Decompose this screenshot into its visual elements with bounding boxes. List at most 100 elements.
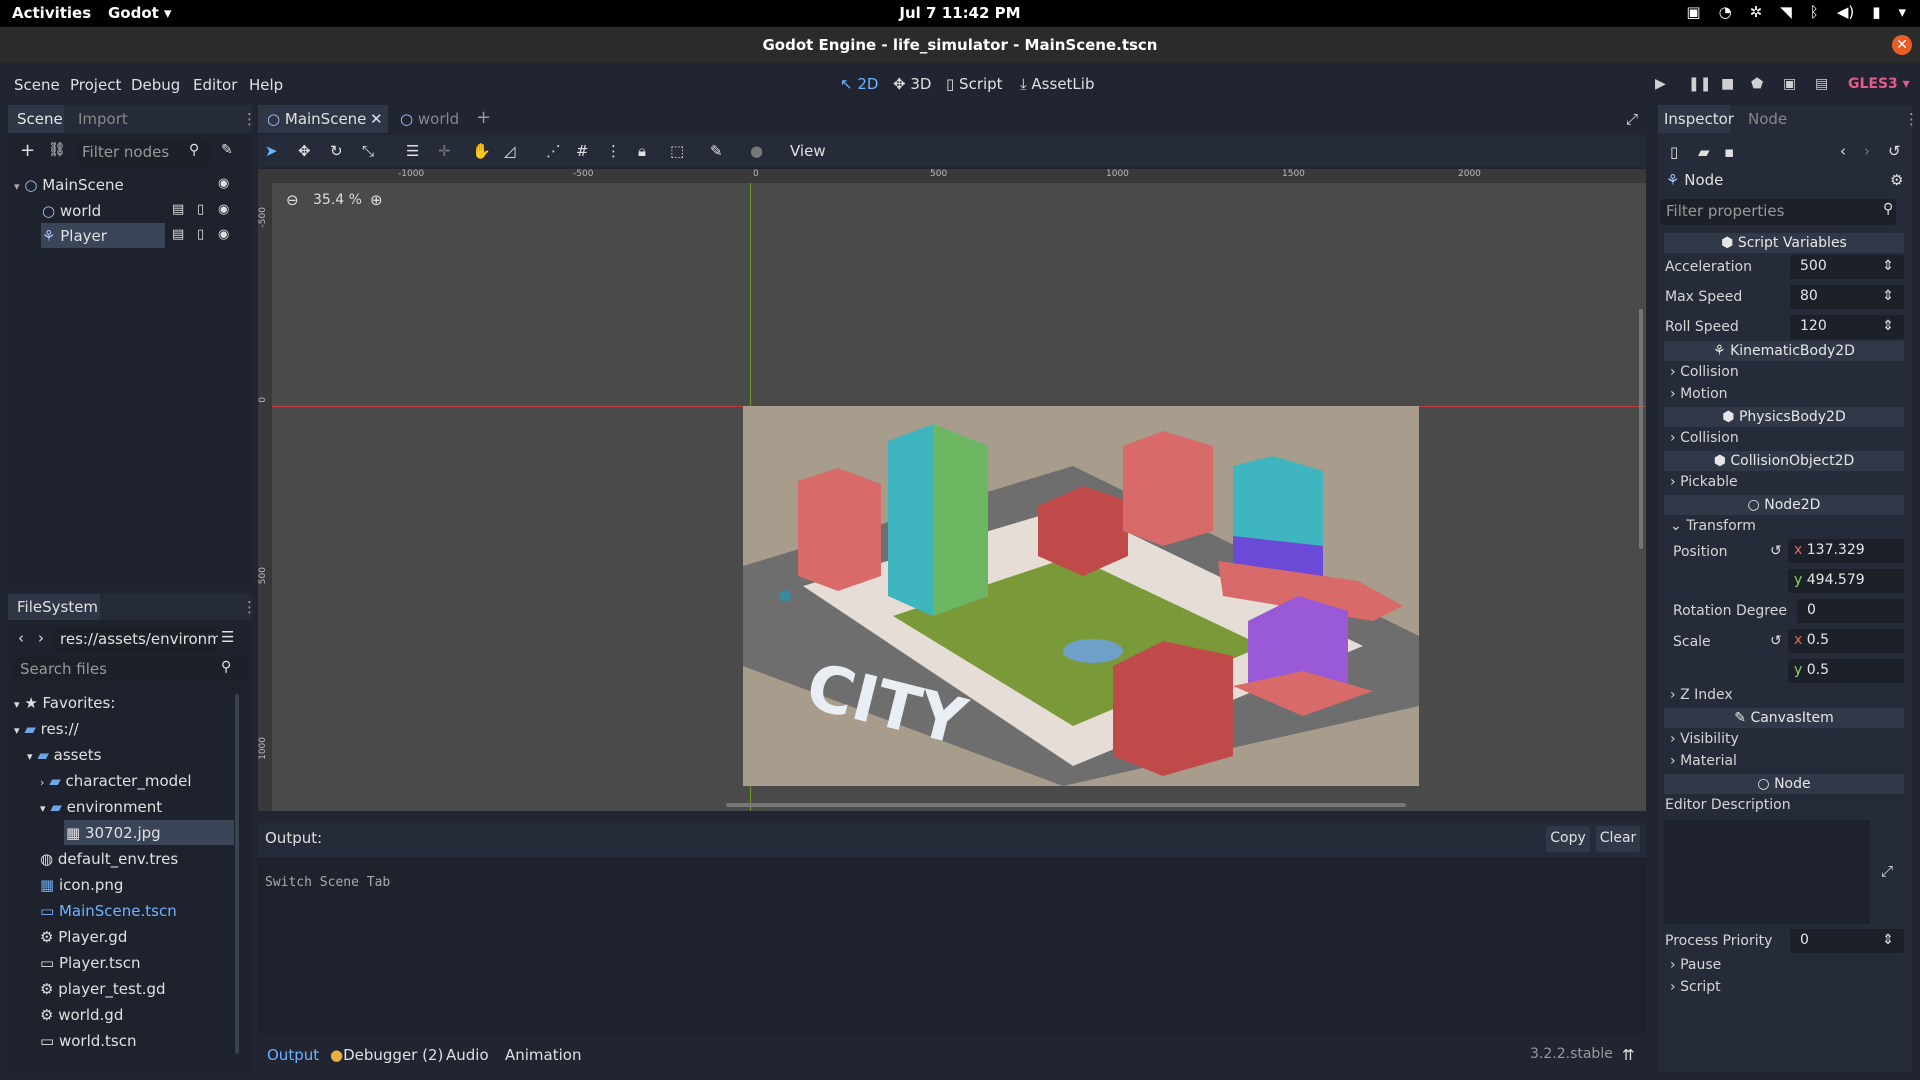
zoom-out-icon[interactable]: ⊖ [286, 191, 299, 209]
history-forward-icon[interactable]: › [1864, 142, 1870, 160]
close-tab-icon[interactable]: ✕ [370, 110, 383, 128]
node-header[interactable]: ○ Node [1664, 774, 1904, 794]
tab-node[interactable]: Node [1748, 110, 1787, 128]
bluetooth-icon[interactable]: ᛒ [1810, 3, 1819, 21]
section-collision[interactable]: › Collision [1670, 364, 1739, 380]
kinematicbody2d-header[interactable]: ⚘ KinematicBody2D [1664, 341, 1904, 361]
network-indicator-icon[interactable]: ◔ [1719, 3, 1732, 21]
snap-options-icon[interactable]: ⋮ [606, 142, 621, 160]
clear-button[interactable]: Clear [1596, 826, 1640, 852]
tab-world[interactable]: ○ world [400, 110, 459, 128]
back-icon[interactable]: ‹ [18, 629, 24, 647]
instance-icon[interactable]: ▤ [172, 202, 184, 217]
workspace-3d-button[interactable]: ✥ 3D [893, 75, 931, 93]
renderer-select[interactable]: GLES3 ▾ [1848, 76, 1910, 92]
node2d-header[interactable]: ○ Node2D [1664, 495, 1904, 515]
view-menu[interactable]: View [790, 142, 826, 160]
tab-import[interactable]: Import [78, 110, 128, 128]
fs-item-environment[interactable]: ▾ ▰ environment [40, 798, 162, 816]
position-y-field[interactable]: y 494.579 [1788, 569, 1904, 593]
history-icon[interactable]: ↺ [1888, 142, 1901, 160]
city-background-image[interactable]: CITY [743, 406, 1419, 786]
pan-tool-icon[interactable]: ✋ [472, 142, 491, 160]
chevron-down-icon[interactable]: ▾ [1898, 3, 1906, 21]
visibility-eye-icon[interactable]: ◉ [218, 176, 229, 191]
menu-scene[interactable]: Scene [14, 76, 60, 94]
play-icon[interactable]: ▶ [1655, 76, 1666, 92]
zoom-in-icon[interactable]: ⊕ [370, 191, 383, 209]
dock-menu-icon[interactable]: ⋮ [242, 110, 257, 128]
fs-item-assets[interactable]: ▾ ▰ assets [27, 746, 101, 764]
select-tool-icon[interactable]: ➤ [265, 142, 278, 160]
workspace-2d-button[interactable]: ↖ 2D [840, 75, 878, 93]
stop-icon[interactable]: ■ [1721, 76, 1734, 92]
selected-node[interactable]: ⚘ Node [1666, 171, 1723, 189]
path-field[interactable]: res://assets/environm [54, 627, 218, 653]
open-folder-icon[interactable]: ▰ [1698, 143, 1710, 161]
workspace-script-button[interactable]: ▯ Script [946, 75, 1003, 93]
scale-tool-icon[interactable]: ⤡ [362, 142, 374, 160]
fs-item-character-model[interactable]: › ▰ character_model [40, 772, 192, 790]
copy-button[interactable]: Copy [1546, 826, 1590, 852]
section-z-index[interactable]: › Z Index [1670, 687, 1733, 703]
tab-mainscene[interactable]: ○ MainScene [267, 110, 366, 128]
section-pickable[interactable]: › Pickable [1670, 474, 1738, 490]
tree-item-mainscene[interactable]: ▾ ○ MainScene [14, 176, 124, 194]
expand-icon[interactable]: ⤢ [1881, 862, 1893, 880]
tab-filesystem[interactable]: FileSystem [17, 598, 98, 616]
acceleration-spinbox[interactable]: 500 ⇕ [1790, 255, 1904, 279]
horizontal-scrollbar[interactable] [726, 803, 1406, 807]
process-priority-spinbox[interactable]: 0 ⇕ [1790, 929, 1904, 953]
smart-snap-icon[interactable]: ⋰ [546, 142, 561, 160]
position-x-field[interactable]: x 137.329 [1788, 539, 1904, 563]
menu-editor[interactable]: Editor [193, 76, 237, 94]
move-tool-icon[interactable]: ✥ [298, 142, 311, 160]
forward-icon[interactable]: › [38, 629, 44, 647]
collisionobject2d-header[interactable]: ⬢ CollisionObject2D [1664, 451, 1904, 471]
fs-item-player-test-gd[interactable]: ⚙ player_test.gd [40, 980, 166, 998]
scale-y-field[interactable]: y 0.5 [1788, 659, 1904, 683]
visibility-eye-icon[interactable]: ◉ [218, 202, 229, 217]
pivot-icon[interactable]: ✛ [438, 142, 451, 160]
close-window-button[interactable]: ✕ [1892, 35, 1912, 55]
battery-icon[interactable]: ▮ [1872, 3, 1880, 21]
rotate-tool-icon[interactable]: ↻ [330, 142, 343, 160]
fs-item-30702-jpg[interactable]: ▦ 30702.jpg [66, 824, 161, 842]
add-node-icon[interactable]: + [20, 140, 35, 161]
section-transform[interactable]: ⌄ Transform [1670, 518, 1756, 534]
list-select-icon[interactable]: ☰ [406, 142, 419, 160]
section-script[interactable]: › Script [1670, 979, 1721, 995]
wifi-icon[interactable]: ◥ [1780, 3, 1792, 21]
play-scene-icon[interactable]: ▣ [1783, 76, 1796, 92]
fs-item-res[interactable]: ▾ ▰ res:// [14, 720, 79, 738]
roll-speed-spinbox[interactable]: 120 ⇕ [1790, 315, 1904, 339]
fs-item-default-env[interactable]: ◍ default_env.tres [40, 850, 178, 868]
menu-help[interactable]: Help [249, 76, 283, 94]
visibility-eye-icon[interactable]: ◉ [218, 227, 229, 242]
scrollbar[interactable] [235, 694, 239, 1054]
volume-icon[interactable]: ◀) [1837, 3, 1854, 21]
output-log[interactable] [258, 857, 1646, 1034]
section-pause[interactable]: › Pause [1670, 957, 1721, 973]
physicsbody2d-header[interactable]: ⬢ PhysicsBody2D [1664, 407, 1904, 427]
instance-icon[interactable]: ▤ [172, 227, 184, 242]
remote-debug-icon[interactable]: ⬟ [1751, 76, 1763, 92]
camera-icon[interactable]: ● [750, 142, 763, 160]
fs-item-world-gd[interactable]: ⚙ world.gd [40, 1006, 123, 1024]
dock-menu-icon[interactable]: ⋮ [1904, 110, 1919, 128]
tab-debugger[interactable]: ●Debugger (2) [330, 1046, 443, 1064]
list-view-icon[interactable]: ☰ [221, 628, 234, 646]
distraction-free-icon[interactable]: ⤢ [1626, 110, 1638, 128]
pause-icon[interactable]: ❚❚ [1688, 76, 1711, 92]
node-settings-icon[interactable]: ⚙ [1890, 171, 1903, 189]
group-icon[interactable]: ⬚ [670, 142, 684, 160]
section-visibility[interactable]: › Visibility [1670, 731, 1739, 747]
tab-output[interactable]: Output [267, 1046, 319, 1064]
vertical-scrollbar[interactable] [1639, 309, 1643, 549]
zoom-level[interactable]: 35.4 % [313, 192, 362, 208]
lock-icon[interactable]: 🔒︎ [638, 142, 646, 160]
tab-inspector[interactable]: Inspector [1664, 110, 1734, 128]
expand-panel-icon[interactable]: ⇈ [1622, 1046, 1635, 1064]
clock[interactable]: Jul 7 11:42 PM [0, 4, 1920, 22]
max-speed-spinbox[interactable]: 80 ⇕ [1790, 285, 1904, 309]
